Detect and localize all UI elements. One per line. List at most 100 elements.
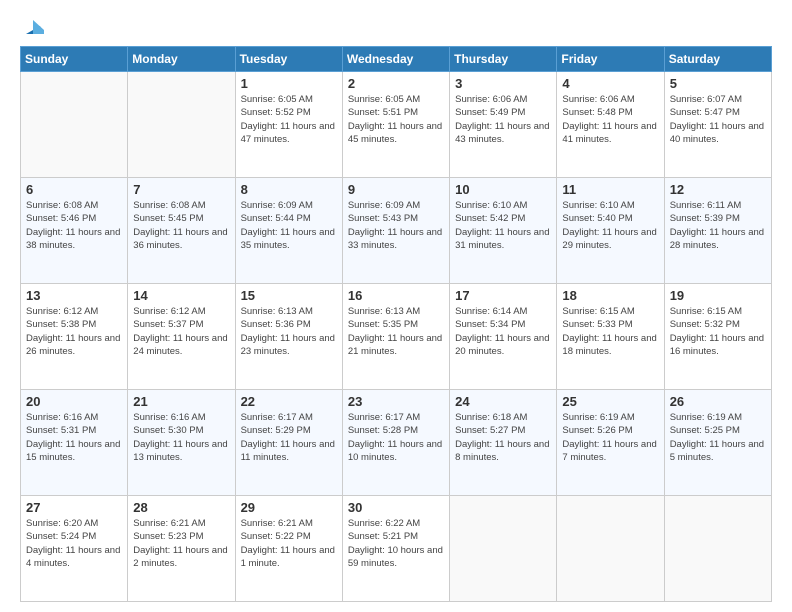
calendar-cell: 19 Sunrise: 6:15 AMSunset: 5:32 PMDayligh… bbox=[664, 284, 771, 390]
day-detail: Sunrise: 6:17 AMSunset: 5:28 PMDaylight:… bbox=[348, 411, 444, 464]
day-detail: Sunrise: 6:06 AMSunset: 5:48 PMDaylight:… bbox=[562, 93, 658, 146]
logo bbox=[20, 16, 44, 38]
day-number: 24 bbox=[455, 394, 551, 409]
calendar-cell: 13 Sunrise: 6:12 AMSunset: 5:38 PMDayligh… bbox=[21, 284, 128, 390]
weekday-header-wednesday: Wednesday bbox=[342, 47, 449, 72]
day-number: 30 bbox=[348, 500, 444, 515]
day-detail: Sunrise: 6:19 AMSunset: 5:25 PMDaylight:… bbox=[670, 411, 766, 464]
calendar-week-1: 1Sunrise: 6:05 AMSunset: 5:52 PMDaylight… bbox=[21, 72, 772, 178]
calendar-cell: 22 Sunrise: 6:17 AMSunset: 5:29 PMDayligh… bbox=[235, 390, 342, 496]
calendar-cell: 28 Sunrise: 6:21 AMSunset: 5:23 PMDayligh… bbox=[128, 496, 235, 602]
day-number: 23 bbox=[348, 394, 444, 409]
calendar-cell bbox=[664, 496, 771, 602]
day-detail: Sunrise: 6:10 AMSunset: 5:42 PMDaylight:… bbox=[455, 199, 551, 252]
day-detail: Sunrise: 6:09 AMSunset: 5:43 PMDaylight:… bbox=[348, 199, 444, 252]
calendar-body: 1Sunrise: 6:05 AMSunset: 5:52 PMDaylight… bbox=[21, 72, 772, 602]
day-detail: Sunrise: 6:08 AMSunset: 5:45 PMDaylight:… bbox=[133, 199, 229, 252]
day-detail: Sunrise: 6:07 AMSunset: 5:47 PMDaylight:… bbox=[670, 93, 766, 146]
calendar-table: SundayMondayTuesdayWednesdayThursdayFrid… bbox=[20, 46, 772, 602]
day-number: 27 bbox=[26, 500, 122, 515]
logo-icon bbox=[22, 16, 44, 38]
day-number: 10 bbox=[455, 182, 551, 197]
day-detail: Sunrise: 6:09 AMSunset: 5:44 PMDaylight:… bbox=[241, 199, 337, 252]
calendar-cell: 1Sunrise: 6:05 AMSunset: 5:52 PMDaylight… bbox=[235, 72, 342, 178]
calendar-cell: 25Sunrise: 6:19 AMSunset: 5:26 PMDayligh… bbox=[557, 390, 664, 496]
calendar-cell: 7 Sunrise: 6:08 AMSunset: 5:45 PMDaylight… bbox=[128, 178, 235, 284]
day-number: 15 bbox=[241, 288, 337, 303]
calendar-week-5: 27 Sunrise: 6:20 AMSunset: 5:24 PMDayligh… bbox=[21, 496, 772, 602]
calendar-cell: 2 Sunrise: 6:05 AMSunset: 5:51 PMDaylight… bbox=[342, 72, 449, 178]
day-detail: Sunrise: 6:12 AMSunset: 5:37 PMDaylight:… bbox=[133, 305, 229, 358]
weekday-header-friday: Friday bbox=[557, 47, 664, 72]
calendar-cell: 12Sunrise: 6:11 AMSunset: 5:39 PMDayligh… bbox=[664, 178, 771, 284]
day-number: 19 bbox=[670, 288, 766, 303]
day-number: 4 bbox=[562, 76, 658, 91]
weekday-header-thursday: Thursday bbox=[450, 47, 557, 72]
day-detail: Sunrise: 6:11 AMSunset: 5:39 PMDaylight:… bbox=[670, 199, 766, 252]
day-number: 2 bbox=[348, 76, 444, 91]
weekday-header-monday: Monday bbox=[128, 47, 235, 72]
calendar-cell bbox=[128, 72, 235, 178]
calendar-cell: 26Sunrise: 6:19 AMSunset: 5:25 PMDayligh… bbox=[664, 390, 771, 496]
weekday-header-sunday: Sunday bbox=[21, 47, 128, 72]
day-detail: Sunrise: 6:15 AMSunset: 5:32 PMDaylight:… bbox=[670, 305, 766, 358]
day-detail: Sunrise: 6:18 AMSunset: 5:27 PMDaylight:… bbox=[455, 411, 551, 464]
calendar-cell: 16 Sunrise: 6:13 AMSunset: 5:35 PMDayligh… bbox=[342, 284, 449, 390]
calendar-cell: 9 Sunrise: 6:09 AMSunset: 5:43 PMDaylight… bbox=[342, 178, 449, 284]
calendar-cell: 29Sunrise: 6:21 AMSunset: 5:22 PMDayligh… bbox=[235, 496, 342, 602]
day-detail: Sunrise: 6:16 AMSunset: 5:30 PMDaylight:… bbox=[133, 411, 229, 464]
day-detail: Sunrise: 6:05 AMSunset: 5:51 PMDaylight:… bbox=[348, 93, 444, 146]
day-number: 8 bbox=[241, 182, 337, 197]
day-detail: Sunrise: 6:13 AMSunset: 5:35 PMDaylight:… bbox=[348, 305, 444, 358]
day-number: 6 bbox=[26, 182, 122, 197]
calendar-cell: 10 Sunrise: 6:10 AMSunset: 5:42 PMDayligh… bbox=[450, 178, 557, 284]
weekday-row: SundayMondayTuesdayWednesdayThursdayFrid… bbox=[21, 47, 772, 72]
day-detail: Sunrise: 6:22 AMSunset: 5:21 PMDaylight:… bbox=[348, 517, 444, 570]
calendar-cell: 21 Sunrise: 6:16 AMSunset: 5:30 PMDayligh… bbox=[128, 390, 235, 496]
day-detail: Sunrise: 6:14 AMSunset: 5:34 PMDaylight:… bbox=[455, 305, 551, 358]
day-detail: Sunrise: 6:16 AMSunset: 5:31 PMDaylight:… bbox=[26, 411, 122, 464]
day-number: 18 bbox=[562, 288, 658, 303]
day-detail: Sunrise: 6:06 AMSunset: 5:49 PMDaylight:… bbox=[455, 93, 551, 146]
calendar-cell: 11Sunrise: 6:10 AMSunset: 5:40 PMDayligh… bbox=[557, 178, 664, 284]
weekday-header-saturday: Saturday bbox=[664, 47, 771, 72]
day-detail: Sunrise: 6:20 AMSunset: 5:24 PMDaylight:… bbox=[26, 517, 122, 570]
day-number: 9 bbox=[348, 182, 444, 197]
day-number: 13 bbox=[26, 288, 122, 303]
day-detail: Sunrise: 6:12 AMSunset: 5:38 PMDaylight:… bbox=[26, 305, 122, 358]
day-detail: Sunrise: 6:10 AMSunset: 5:40 PMDaylight:… bbox=[562, 199, 658, 252]
day-number: 22 bbox=[241, 394, 337, 409]
day-detail: Sunrise: 6:13 AMSunset: 5:36 PMDaylight:… bbox=[241, 305, 337, 358]
day-detail: Sunrise: 6:17 AMSunset: 5:29 PMDaylight:… bbox=[241, 411, 337, 464]
day-number: 16 bbox=[348, 288, 444, 303]
day-number: 21 bbox=[133, 394, 229, 409]
day-number: 29 bbox=[241, 500, 337, 515]
calendar-header: SundayMondayTuesdayWednesdayThursdayFrid… bbox=[21, 47, 772, 72]
calendar-week-4: 20 Sunrise: 6:16 AMSunset: 5:31 PMDayligh… bbox=[21, 390, 772, 496]
day-number: 14 bbox=[133, 288, 229, 303]
header bbox=[20, 16, 772, 38]
day-number: 7 bbox=[133, 182, 229, 197]
day-detail: Sunrise: 6:05 AMSunset: 5:52 PMDaylight:… bbox=[241, 93, 337, 146]
day-number: 28 bbox=[133, 500, 229, 515]
calendar-cell: 8 Sunrise: 6:09 AMSunset: 5:44 PMDaylight… bbox=[235, 178, 342, 284]
calendar-cell: 15 Sunrise: 6:13 AMSunset: 5:36 PMDayligh… bbox=[235, 284, 342, 390]
calendar-cell bbox=[21, 72, 128, 178]
calendar-cell: 18 Sunrise: 6:15 AMSunset: 5:33 PMDayligh… bbox=[557, 284, 664, 390]
calendar-week-2: 6Sunrise: 6:08 AMSunset: 5:46 PMDaylight… bbox=[21, 178, 772, 284]
calendar-week-3: 13 Sunrise: 6:12 AMSunset: 5:38 PMDayligh… bbox=[21, 284, 772, 390]
calendar-cell: 23 Sunrise: 6:17 AMSunset: 5:28 PMDayligh… bbox=[342, 390, 449, 496]
calendar-cell: 27 Sunrise: 6:20 AMSunset: 5:24 PMDayligh… bbox=[21, 496, 128, 602]
calendar-cell: 5Sunrise: 6:07 AMSunset: 5:47 PMDaylight… bbox=[664, 72, 771, 178]
day-number: 3 bbox=[455, 76, 551, 91]
calendar-cell: 20 Sunrise: 6:16 AMSunset: 5:31 PMDayligh… bbox=[21, 390, 128, 496]
day-detail: Sunrise: 6:21 AMSunset: 5:23 PMDaylight:… bbox=[133, 517, 229, 570]
day-detail: Sunrise: 6:15 AMSunset: 5:33 PMDaylight:… bbox=[562, 305, 658, 358]
calendar-cell: 3 Sunrise: 6:06 AMSunset: 5:49 PMDaylight… bbox=[450, 72, 557, 178]
calendar-cell: 4 Sunrise: 6:06 AMSunset: 5:48 PMDaylight… bbox=[557, 72, 664, 178]
calendar-cell: 17Sunrise: 6:14 AMSunset: 5:34 PMDayligh… bbox=[450, 284, 557, 390]
calendar-cell: 6Sunrise: 6:08 AMSunset: 5:46 PMDaylight… bbox=[21, 178, 128, 284]
calendar-cell bbox=[450, 496, 557, 602]
day-detail: Sunrise: 6:19 AMSunset: 5:26 PMDaylight:… bbox=[562, 411, 658, 464]
day-number: 20 bbox=[26, 394, 122, 409]
